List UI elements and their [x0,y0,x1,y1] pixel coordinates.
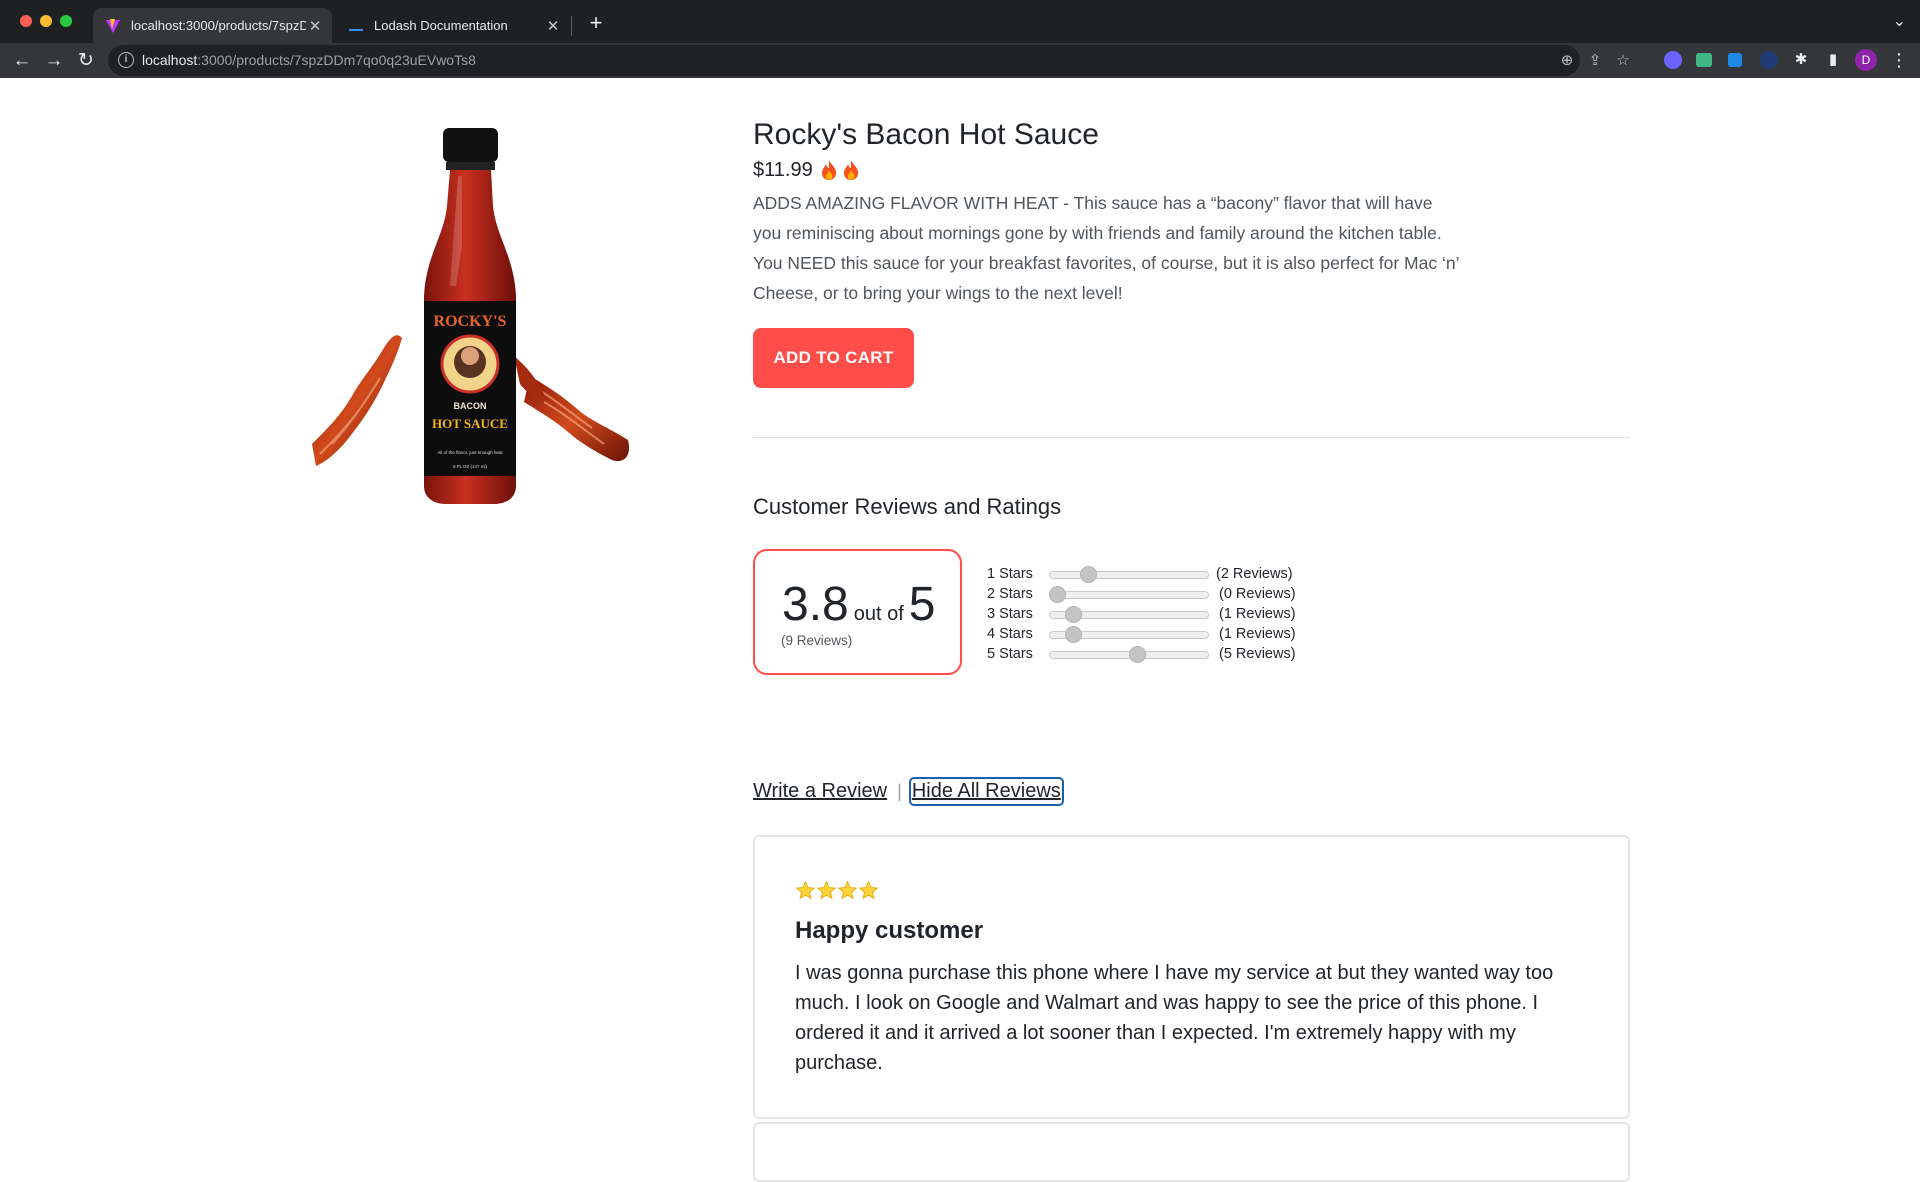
close-window-button[interactable] [20,15,32,27]
extension-icon[interactable] [1760,51,1778,69]
rating-slider-thumb [1049,586,1066,603]
close-tab-icon[interactable]: ✕ [544,17,562,35]
review-card: Happy customer I was gonna purchase this… [753,835,1630,1119]
rating-label: 2 Stars [987,586,1033,602]
product-description: ADDS AMAZING FLAVOR WITH HEAT - This sau… [753,193,1459,303]
rating-row-3: 3 Stars (1 Reviews) [987,604,1317,624]
average-score: 3.8 [782,578,849,631]
total-review-count: (9 Reviews) [781,633,853,648]
tab-search-chevron-icon[interactable]: ⌄ [1893,11,1906,31]
forward-arrow-icon[interactable]: → [40,47,68,75]
tab-title: localhost:3000/products/7spzDDm7qo0q23uE… [131,18,306,33]
product-image: ROCKY'S BACON HOT SAUCE All of the flavo… [312,128,630,504]
rating-count: (2 Reviews) [1216,566,1293,582]
average-rating: 3.8 out of 5 [782,577,935,632]
new-tab-button[interactable]: + [582,9,610,37]
review-card [753,1122,1630,1182]
product-info: Rocky's Bacon Hot Sauce $11.99 ADDS AMAZ… [753,117,1459,308]
link-separator: | [897,781,902,801]
rating-slider-thumb [1064,606,1082,623]
rating-label: 4 Stars [987,626,1033,642]
add-to-cart-button[interactable]: ADD TO CART [753,328,914,388]
profile-avatar[interactable]: D [1855,49,1877,71]
tab-product-page[interactable]: localhost:3000/products/7spzDDm7qo0q23uE… [93,8,332,43]
review-body: I was gonna purchase this phone where I … [795,962,1554,1074]
tag-extension-icon[interactable] [1728,53,1742,67]
price-row: $11.99 [753,157,1453,183]
rating-count: (1 Reviews) [1219,626,1296,642]
product-title: Rocky's Bacon Hot Sauce [753,118,1099,151]
label-fine-print: All of the flavor, just enough heat [437,450,503,455]
tab-title: Lodash Documentation [374,18,508,33]
rating-slider-thumb [1080,566,1098,583]
rating-count: (5 Reviews) [1219,646,1296,662]
extension-icon[interactable] [1664,51,1682,69]
tab-divider [571,16,572,36]
label-volume: 5 FL OZ (147 ml) [453,464,488,469]
address-bar[interactable]: i localhost:3000/products/7spzDDm7qo0q23… [108,45,1630,76]
rating-slider-track [1049,591,1209,599]
site-info-icon[interactable]: i [118,52,134,68]
star-icon [858,880,879,900]
fire-icon [821,160,836,180]
rating-label: 1 Stars [987,566,1033,582]
menu-kebab-icon[interactable]: ⋮ [1890,49,1908,71]
close-tab-icon[interactable]: ✕ [306,17,324,35]
label-hot-sauce: HOT SAUCE [432,416,508,431]
product-price: $11.99 [753,158,813,181]
average-rating-box: 3.8 out of 5 (9 Reviews) [753,549,962,675]
browser-tab-bar: localhost:3000/products/7spzDDm7qo0q23uE… [0,0,1920,43]
label-brand: ROCKY'S [434,313,507,330]
maximize-window-button[interactable] [60,15,72,27]
rating-breakdown: 1 Stars (2 Reviews) 2 Stars (0 Reviews) … [987,564,1317,664]
share-icon[interactable]: ⇪ [1584,50,1606,72]
vue-devtools-icon[interactable] [1696,53,1712,67]
minimize-window-button[interactable] [40,15,52,27]
rating-slider-track [1049,571,1209,579]
rating-row-4: 4 Stars (1 Reviews) [987,624,1317,644]
rating-row-1: 1 Stars (2 Reviews) [987,564,1317,584]
side-panel-icon[interactable]: ▮ [1822,49,1844,71]
zoom-icon[interactable]: ⊕ [1556,50,1578,72]
rating-row-2: 2 Stars (0 Reviews) [987,584,1317,604]
rating-label: 3 Stars [987,606,1033,622]
hide-all-reviews-link[interactable]: Hide All Reviews [908,777,1064,806]
rating-row-5: 5 Stars (5 Reviews) [987,644,1317,664]
tab-lodash-docs[interactable]: Lodash Documentation ✕ [336,8,570,43]
reviews-heading: Customer Reviews and Ratings [753,494,1062,519]
label-flavor: BACON [454,401,487,411]
lodash-favicon-icon [349,28,363,31]
reload-icon[interactable]: ↻ [72,47,100,75]
out-of-text: out of [853,603,904,625]
bookmark-star-icon[interactable]: ☆ [1612,50,1634,72]
puzzle-extensions-icon[interactable]: ✱ [1790,49,1812,71]
page-content: ROCKY'S BACON HOT SAUCE All of the flavo… [0,78,1920,1182]
url-text: localhost:3000/products/7spzDDm7qo0q23uE… [142,52,476,68]
review-actions: Write a Review | Hide All Reviews [753,777,1064,806]
max-score: 5 [908,578,936,631]
star-icon [837,880,858,900]
rating-slider-thumb [1129,646,1147,663]
star-icon [816,880,837,900]
rating-count: (1 Reviews) [1219,606,1296,622]
write-review-link[interactable]: Write a Review [753,780,887,803]
browser-toolbar: ← → ↻ i localhost:3000/products/7spzDDm7… [0,43,1920,78]
star-icon [795,880,816,900]
rating-slider-thumb [1064,626,1082,643]
rating-count: (0 Reviews) [1219,586,1296,602]
rating-label: 5 Stars [987,646,1033,662]
fire-icon [843,160,858,180]
review-star-rating [795,880,879,901]
section-divider [753,437,1630,438]
back-arrow-icon[interactable]: ← [8,47,36,75]
review-title: Happy customer [795,917,984,944]
vite-favicon-icon [106,18,120,33]
